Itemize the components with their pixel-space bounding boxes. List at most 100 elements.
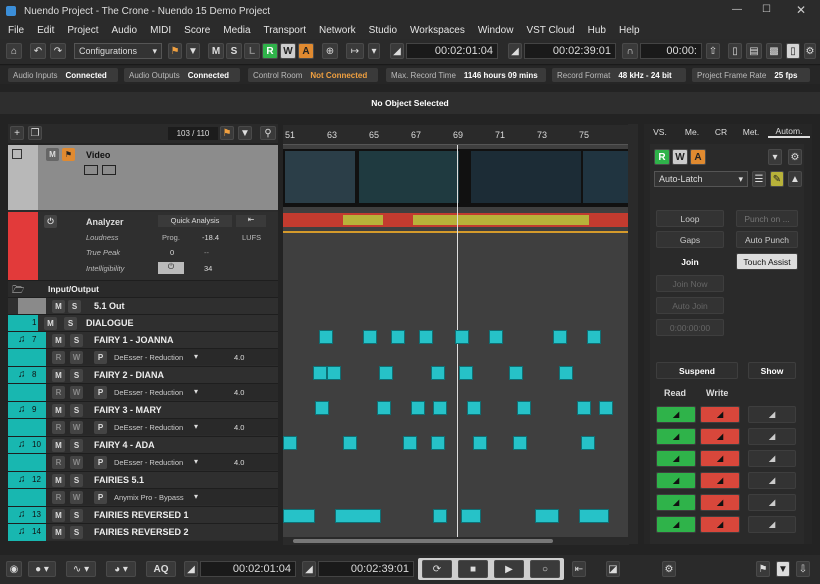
io-folder-track[interactable]: 🗁 Input/Output — [8, 280, 278, 297]
tab-autom[interactable]: Autom. — [768, 126, 810, 138]
audio-event[interactable] — [579, 509, 609, 523]
write-param-toggle[interactable]: ◢ — [700, 516, 740, 533]
audio-event[interactable] — [327, 366, 341, 380]
track-mute-button[interactable]: M — [52, 334, 65, 347]
track-row[interactable]: ♫ 7 M S FAIRY 1 - JOANNA — [8, 331, 278, 349]
track-record-icon[interactable]: ♫ — [18, 369, 26, 380]
join-button[interactable]: Join — [656, 253, 724, 270]
menu-edit[interactable]: Edit — [37, 25, 54, 36]
analyzer-power-button[interactable]: ⏻ — [44, 215, 57, 228]
project-window[interactable] — [283, 145, 629, 537]
audio-event[interactable] — [363, 330, 377, 344]
track-row[interactable]: ♫ 14 M S FAIRIES REVERSED 2 — [8, 523, 278, 541]
waveform-icon[interactable]: ∿ ▾ — [66, 561, 96, 577]
track-filter-icon[interactable]: ▼ — [238, 126, 252, 140]
automation-write-button[interactable]: W — [70, 386, 83, 399]
status-audio-inputs[interactable]: Audio Inputs Connected — [8, 68, 118, 82]
audio-event[interactable] — [581, 436, 595, 450]
timecode-icon[interactable]: ◪ — [606, 561, 620, 577]
audio-event[interactable] — [467, 401, 481, 415]
read-param-toggle[interactable]: ◢ — [656, 494, 696, 511]
automation-read-button[interactable]: R — [52, 421, 65, 434]
tab-me[interactable]: Me. — [676, 127, 708, 137]
cycle-button[interactable]: ⟳ — [422, 560, 452, 578]
insert-name[interactable]: DeEsser - Reduction — [114, 388, 183, 397]
audio-event[interactable] — [489, 330, 503, 344]
track-row[interactable]: ♫ 8 M S FAIRY 2 - DIANA — [8, 366, 278, 384]
home-button[interactable]: ⌂ — [6, 43, 22, 59]
audio-event[interactable] — [517, 401, 531, 415]
record-button[interactable]: ○ — [530, 560, 560, 578]
punch-icon[interactable]: ∩ — [622, 43, 638, 59]
output-mute-button[interactable]: M — [52, 300, 65, 313]
menu-hub[interactable]: Hub — [588, 25, 606, 36]
status-record-format[interactable]: Record Format 48 kHz - 24 bit — [552, 68, 686, 82]
insert-value[interactable]: 4.0 — [234, 353, 244, 362]
audio-event[interactable] — [343, 436, 357, 450]
minimize-icon[interactable]: — — [732, 4, 742, 15]
write-param-toggle[interactable]: ◢ — [700, 494, 740, 511]
solo-all-button[interactable]: S — [226, 43, 242, 59]
layout-left-icon[interactable]: ▯ — [728, 43, 742, 59]
insert-dropdown-chevron[interactable]: ▾ — [194, 422, 198, 431]
track-solo-button[interactable]: S — [70, 509, 83, 522]
automation-write-button[interactable]: W — [70, 456, 83, 469]
automation-read-button[interactable]: R — [52, 491, 65, 504]
status-audio-outputs[interactable]: Audio Outputs Connected — [124, 68, 240, 82]
audio-event[interactable] — [283, 436, 297, 450]
punch-on-button[interactable]: Punch on ... — [736, 210, 798, 227]
dialogue-folder-track[interactable]: 1 M S DIALOGUE — [8, 314, 278, 332]
read-all-button[interactable]: R — [262, 43, 278, 59]
insert-preset-button[interactable]: P — [94, 491, 107, 504]
write-param-toggle[interactable]: ◢ — [700, 428, 740, 445]
configurations-select[interactable]: Configurations ▾ — [74, 43, 162, 59]
menu-network[interactable]: Network — [319, 25, 356, 36]
layout-lower-icon[interactable]: ▩ — [766, 43, 782, 59]
track-lock-icon[interactable]: ⚑ — [220, 126, 234, 140]
track-mute-button[interactable]: M — [52, 439, 65, 452]
track-solo-button[interactable]: S — [70, 474, 83, 487]
audio-event[interactable] — [559, 366, 573, 380]
auto-punch-button[interactable]: Auto Punch — [736, 231, 798, 248]
track-record-icon[interactable]: ♫ — [18, 439, 26, 450]
read-param-toggle[interactable]: ◢ — [656, 450, 696, 467]
show-button[interactable]: Show — [748, 362, 796, 379]
transport-lock-icon[interactable]: ⚑ — [756, 561, 770, 577]
menu-help[interactable]: Help — [619, 25, 640, 36]
menu-vst-cloud[interactable]: VST Cloud — [526, 25, 574, 36]
read-param-toggle[interactable]: ◢ — [656, 472, 696, 489]
mute-all-button[interactable]: M — [208, 43, 224, 59]
layout-right-icon[interactable]: ▯ — [786, 43, 800, 59]
audio-event[interactable] — [411, 401, 425, 415]
edit-tool-icon[interactable]: ⊕ — [322, 43, 338, 59]
track-row[interactable]: ♫ 13 M S FAIRIES REVERSED 1 — [8, 506, 278, 524]
read-param-toggle[interactable]: ◢ — [656, 406, 696, 423]
suspend-button[interactable]: Suspend — [656, 362, 738, 379]
locator-right-icon[interactable]: ◢ — [508, 43, 522, 59]
locator-left-icon[interactable]: ◢ — [390, 43, 404, 59]
show-param-toggle[interactable]: ◢ — [748, 472, 796, 489]
marker-icon[interactable]: ⇤ — [572, 561, 586, 577]
menu-file[interactable]: File — [8, 25, 24, 36]
menu-workspaces[interactable]: Workspaces — [410, 25, 465, 36]
write-param-toggle[interactable]: ◢ — [700, 406, 740, 423]
transport-time-2[interactable]: 00:02:39:01 — [318, 561, 414, 577]
show-param-toggle[interactable]: ◢ — [748, 516, 796, 533]
status-max-record-time[interactable]: Max. Record Time 1146 hours 09 mins — [386, 68, 546, 82]
audio-event[interactable] — [599, 401, 613, 415]
loop-button[interactable]: Loop — [656, 210, 724, 227]
auto-tree-icon[interactable]: ☰ — [752, 171, 766, 187]
track-presets-icon[interactable]: ❐ — [28, 126, 42, 140]
output-track[interactable]: M S 5.1 Out — [8, 297, 278, 315]
audio-event[interactable] — [577, 401, 591, 415]
audio-event[interactable] — [391, 330, 405, 344]
track-mute-button[interactable]: M — [52, 474, 65, 487]
audio-event[interactable] — [461, 509, 481, 523]
insert-preset-button[interactable]: P — [94, 421, 107, 434]
menu-score[interactable]: Score — [184, 25, 210, 36]
audio-event[interactable] — [419, 330, 433, 344]
insert-preset-button[interactable]: P — [94, 456, 107, 469]
track-solo-button[interactable]: S — [70, 334, 83, 347]
audio-event[interactable] — [315, 401, 329, 415]
join-now-button[interactable]: Join Now — [656, 275, 724, 292]
